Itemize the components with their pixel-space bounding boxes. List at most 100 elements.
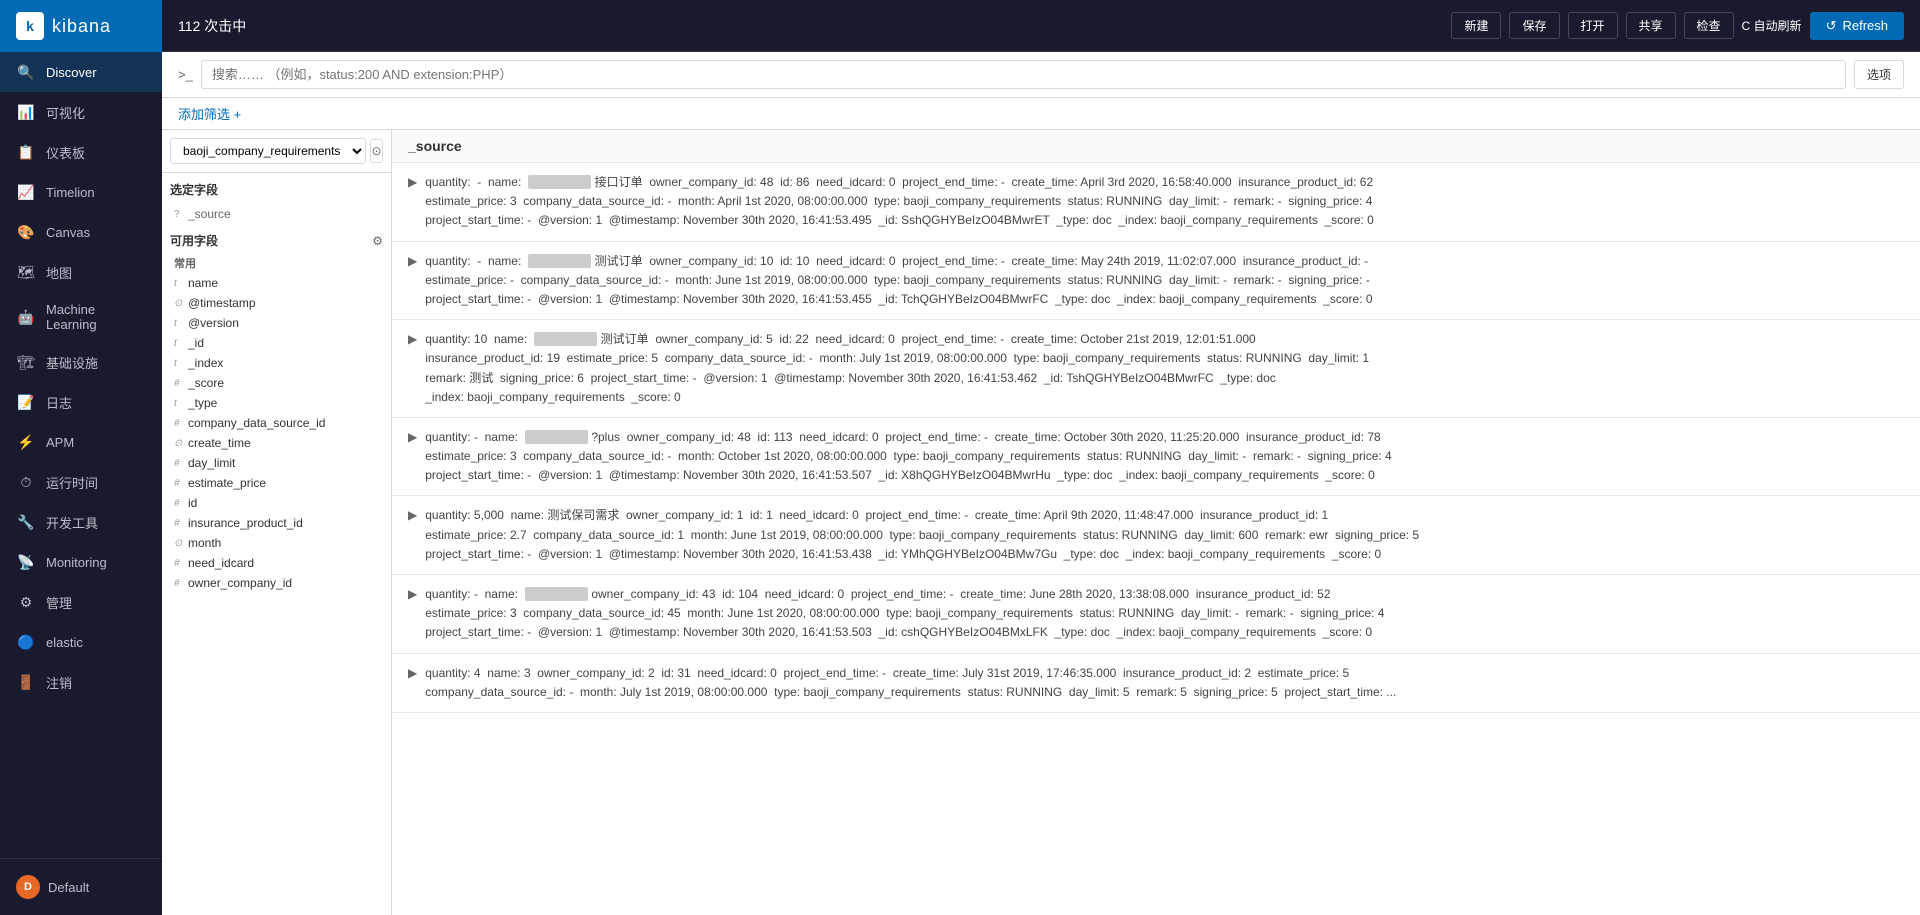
sidebar-item-label: 地图 — [46, 263, 72, 282]
source-field-name: _source — [188, 207, 231, 221]
field-item-score[interactable]: # _score — [170, 373, 383, 393]
field-type-t: t — [174, 398, 184, 409]
index-selector: baoji_company_requirements ⊙ — [162, 130, 391, 173]
share-button[interactable]: 共享 — [1626, 12, 1676, 39]
field-name-label: day_limit — [188, 456, 235, 470]
field-item-company-data-source[interactable]: # company_data_source_id — [170, 413, 383, 433]
gear-icon[interactable]: ⚙ — [372, 234, 383, 248]
expand-icon[interactable]: ▶ — [408, 430, 417, 444]
apm-icon: ⚡ — [16, 432, 36, 452]
search-input[interactable] — [201, 60, 1846, 89]
field-item-month[interactable]: ⊙ month — [170, 533, 383, 553]
maps-icon: 🗺 — [16, 262, 36, 282]
sidebar-item-label: 管理 — [46, 593, 72, 612]
sidebar-item-timelion[interactable]: 📈 Timelion — [0, 172, 162, 212]
expand-icon[interactable]: ▶ — [408, 175, 417, 189]
refresh-icon: ↺ — [1826, 18, 1837, 34]
expand-icon[interactable]: ▶ — [408, 332, 417, 346]
new-button[interactable]: 新建 — [1451, 12, 1501, 39]
content-area: baoji_company_requirements ⊙ 选定字段 ? _sou… — [162, 130, 1920, 915]
sidebar-item-ml[interactable]: 🤖 Machine Learning — [0, 292, 162, 342]
table-row[interactable]: ▶ quantity: - name: owner_company_id: 43… — [392, 575, 1920, 654]
field-name-label: _score — [188, 376, 224, 390]
field-item-estimate-price[interactable]: # estimate_price — [170, 473, 383, 493]
refresh-button[interactable]: ↺ Refresh — [1810, 12, 1904, 40]
expand-icon[interactable]: ▶ — [408, 508, 417, 522]
field-item-create-time[interactable]: ⊙ create_time — [170, 433, 383, 453]
infra-icon: 🏗 — [16, 352, 36, 372]
sidebar-item-label: Machine Learning — [46, 302, 146, 332]
sidebar-item-discover[interactable]: 🔍 Discover — [0, 52, 162, 92]
sidebar-item-logs[interactable]: 📝 日志 — [0, 382, 162, 422]
result-content: quantity: - name: 接口订单 owner_company_id:… — [425, 173, 1904, 231]
table-row[interactable]: ▶ quantity: 5,000 name: 测试保司需求 owner_com… — [392, 496, 1920, 575]
table-row[interactable]: ▶ quantity: - name: 接口订单 owner_company_i… — [392, 163, 1920, 242]
field-type-badge: ? — [174, 209, 184, 220]
monitoring-icon: 📡 — [16, 552, 36, 572]
sidebar-user[interactable]: D Default — [16, 867, 146, 907]
table-row[interactable]: ▶ quantity: 10 name: 测试订单 owner_company_… — [392, 320, 1920, 418]
field-item-field-id[interactable]: # id — [170, 493, 383, 513]
sidebar-item-visualize[interactable]: 📊 可视化 — [0, 92, 162, 132]
field-name-label: insurance_product_id — [188, 516, 303, 530]
field-item-id[interactable]: t _id — [170, 333, 383, 353]
ml-icon: 🤖 — [16, 307, 36, 327]
field-name-label: @version — [188, 316, 239, 330]
sidebar-item-maps[interactable]: 🗺 地图 — [0, 252, 162, 292]
field-name-label: _index — [188, 356, 223, 370]
sidebar-logo[interactable]: k kibana — [0, 0, 162, 52]
sidebar-item-label: Discover — [46, 65, 97, 80]
field-item-type[interactable]: t _type — [170, 393, 383, 413]
devtools-icon: 🔧 — [16, 512, 36, 532]
available-fields-header: 可用字段 ⚙ — [170, 232, 383, 249]
visualize-icon: 📊 — [16, 102, 36, 122]
topbar: 112 次击中 新建 保存 打开 共享 检查 C 自动刷新 ↺ Refresh — [162, 0, 1920, 52]
source-field-item[interactable]: ? _source — [170, 204, 383, 224]
left-panel: baoji_company_requirements ⊙ 选定字段 ? _sou… — [162, 130, 392, 915]
expand-icon[interactable]: ▶ — [408, 587, 417, 601]
sidebar-item-infra[interactable]: 🏗 基础设施 — [0, 342, 162, 382]
open-button[interactable]: 打开 — [1568, 12, 1618, 39]
field-name-label: company_data_source_id — [188, 416, 325, 430]
field-name-label: need_idcard — [188, 556, 254, 570]
inspect-button[interactable]: 检查 — [1684, 12, 1734, 39]
field-item-index[interactable]: t _index — [170, 353, 383, 373]
dashboard-icon: 📋 — [16, 142, 36, 162]
add-filter-button[interactable]: 添加筛选 + — [178, 104, 241, 123]
filterbar: 添加筛选 + — [162, 98, 1920, 130]
sidebar-item-label: elastic — [46, 635, 83, 650]
sidebar-item-logout[interactable]: 🚪 注销 — [0, 662, 162, 702]
field-item-timestamp[interactable]: ⊙ @timestamp — [170, 293, 383, 313]
sidebar-item-devtools[interactable]: 🔧 开发工具 — [0, 502, 162, 542]
field-item-name[interactable]: t name — [170, 273, 383, 293]
expand-icon[interactable]: ▶ — [408, 666, 417, 680]
index-settings-button[interactable]: ⊙ — [370, 139, 383, 163]
sidebar-item-apm[interactable]: ⚡ APM — [0, 422, 162, 462]
result-content: quantity: 10 name: 测试订单 owner_company_id… — [425, 330, 1904, 407]
field-item-day-limit[interactable]: # day_limit — [170, 453, 383, 473]
field-name-label: create_time — [188, 436, 251, 450]
table-row[interactable]: ▶ quantity: 4 name: 3 owner_company_id: … — [392, 654, 1920, 713]
sidebar-item-management[interactable]: ⚙ 管理 — [0, 582, 162, 622]
result-content: quantity: - name: owner_company_id: 43 i… — [425, 585, 1904, 643]
index-pattern-select[interactable]: baoji_company_requirements — [170, 138, 366, 164]
table-row[interactable]: ▶ quantity: - name: ?plus owner_company_… — [392, 418, 1920, 497]
field-item-owner-company[interactable]: # owner_company_id — [170, 573, 383, 593]
expand-icon[interactable]: ▶ — [408, 254, 417, 268]
options-button[interactable]: 选项 — [1854, 60, 1904, 89]
sidebar-item-monitoring[interactable]: 📡 Monitoring — [0, 542, 162, 582]
sidebar-item-canvas[interactable]: 🎨 Canvas — [0, 212, 162, 252]
save-button[interactable]: 保存 — [1509, 12, 1559, 39]
sidebar-item-uptime[interactable]: ⏱ 运行时间 — [0, 462, 162, 502]
field-item-version[interactable]: t @version — [170, 313, 383, 333]
auto-refresh-label: C 自动刷新 — [1742, 17, 1802, 34]
sidebar-nav: 🔍 Discover 📊 可视化 📋 仪表板 📈 Timelion 🎨 Canv… — [0, 52, 162, 858]
table-row[interactable]: ▶ quantity: - name: 测试订单 owner_company_i… — [392, 242, 1920, 321]
kibana-wordmark: kibana — [52, 16, 111, 37]
sidebar-item-dashboard[interactable]: 📋 仪表板 — [0, 132, 162, 172]
field-type-hash: # — [174, 578, 184, 589]
field-type-hash: # — [174, 418, 184, 429]
sidebar-item-elastic[interactable]: 🔵 elastic — [0, 622, 162, 662]
field-item-insurance-product[interactable]: # insurance_product_id — [170, 513, 383, 533]
field-item-need-idcard[interactable]: # need_idcard — [170, 553, 383, 573]
